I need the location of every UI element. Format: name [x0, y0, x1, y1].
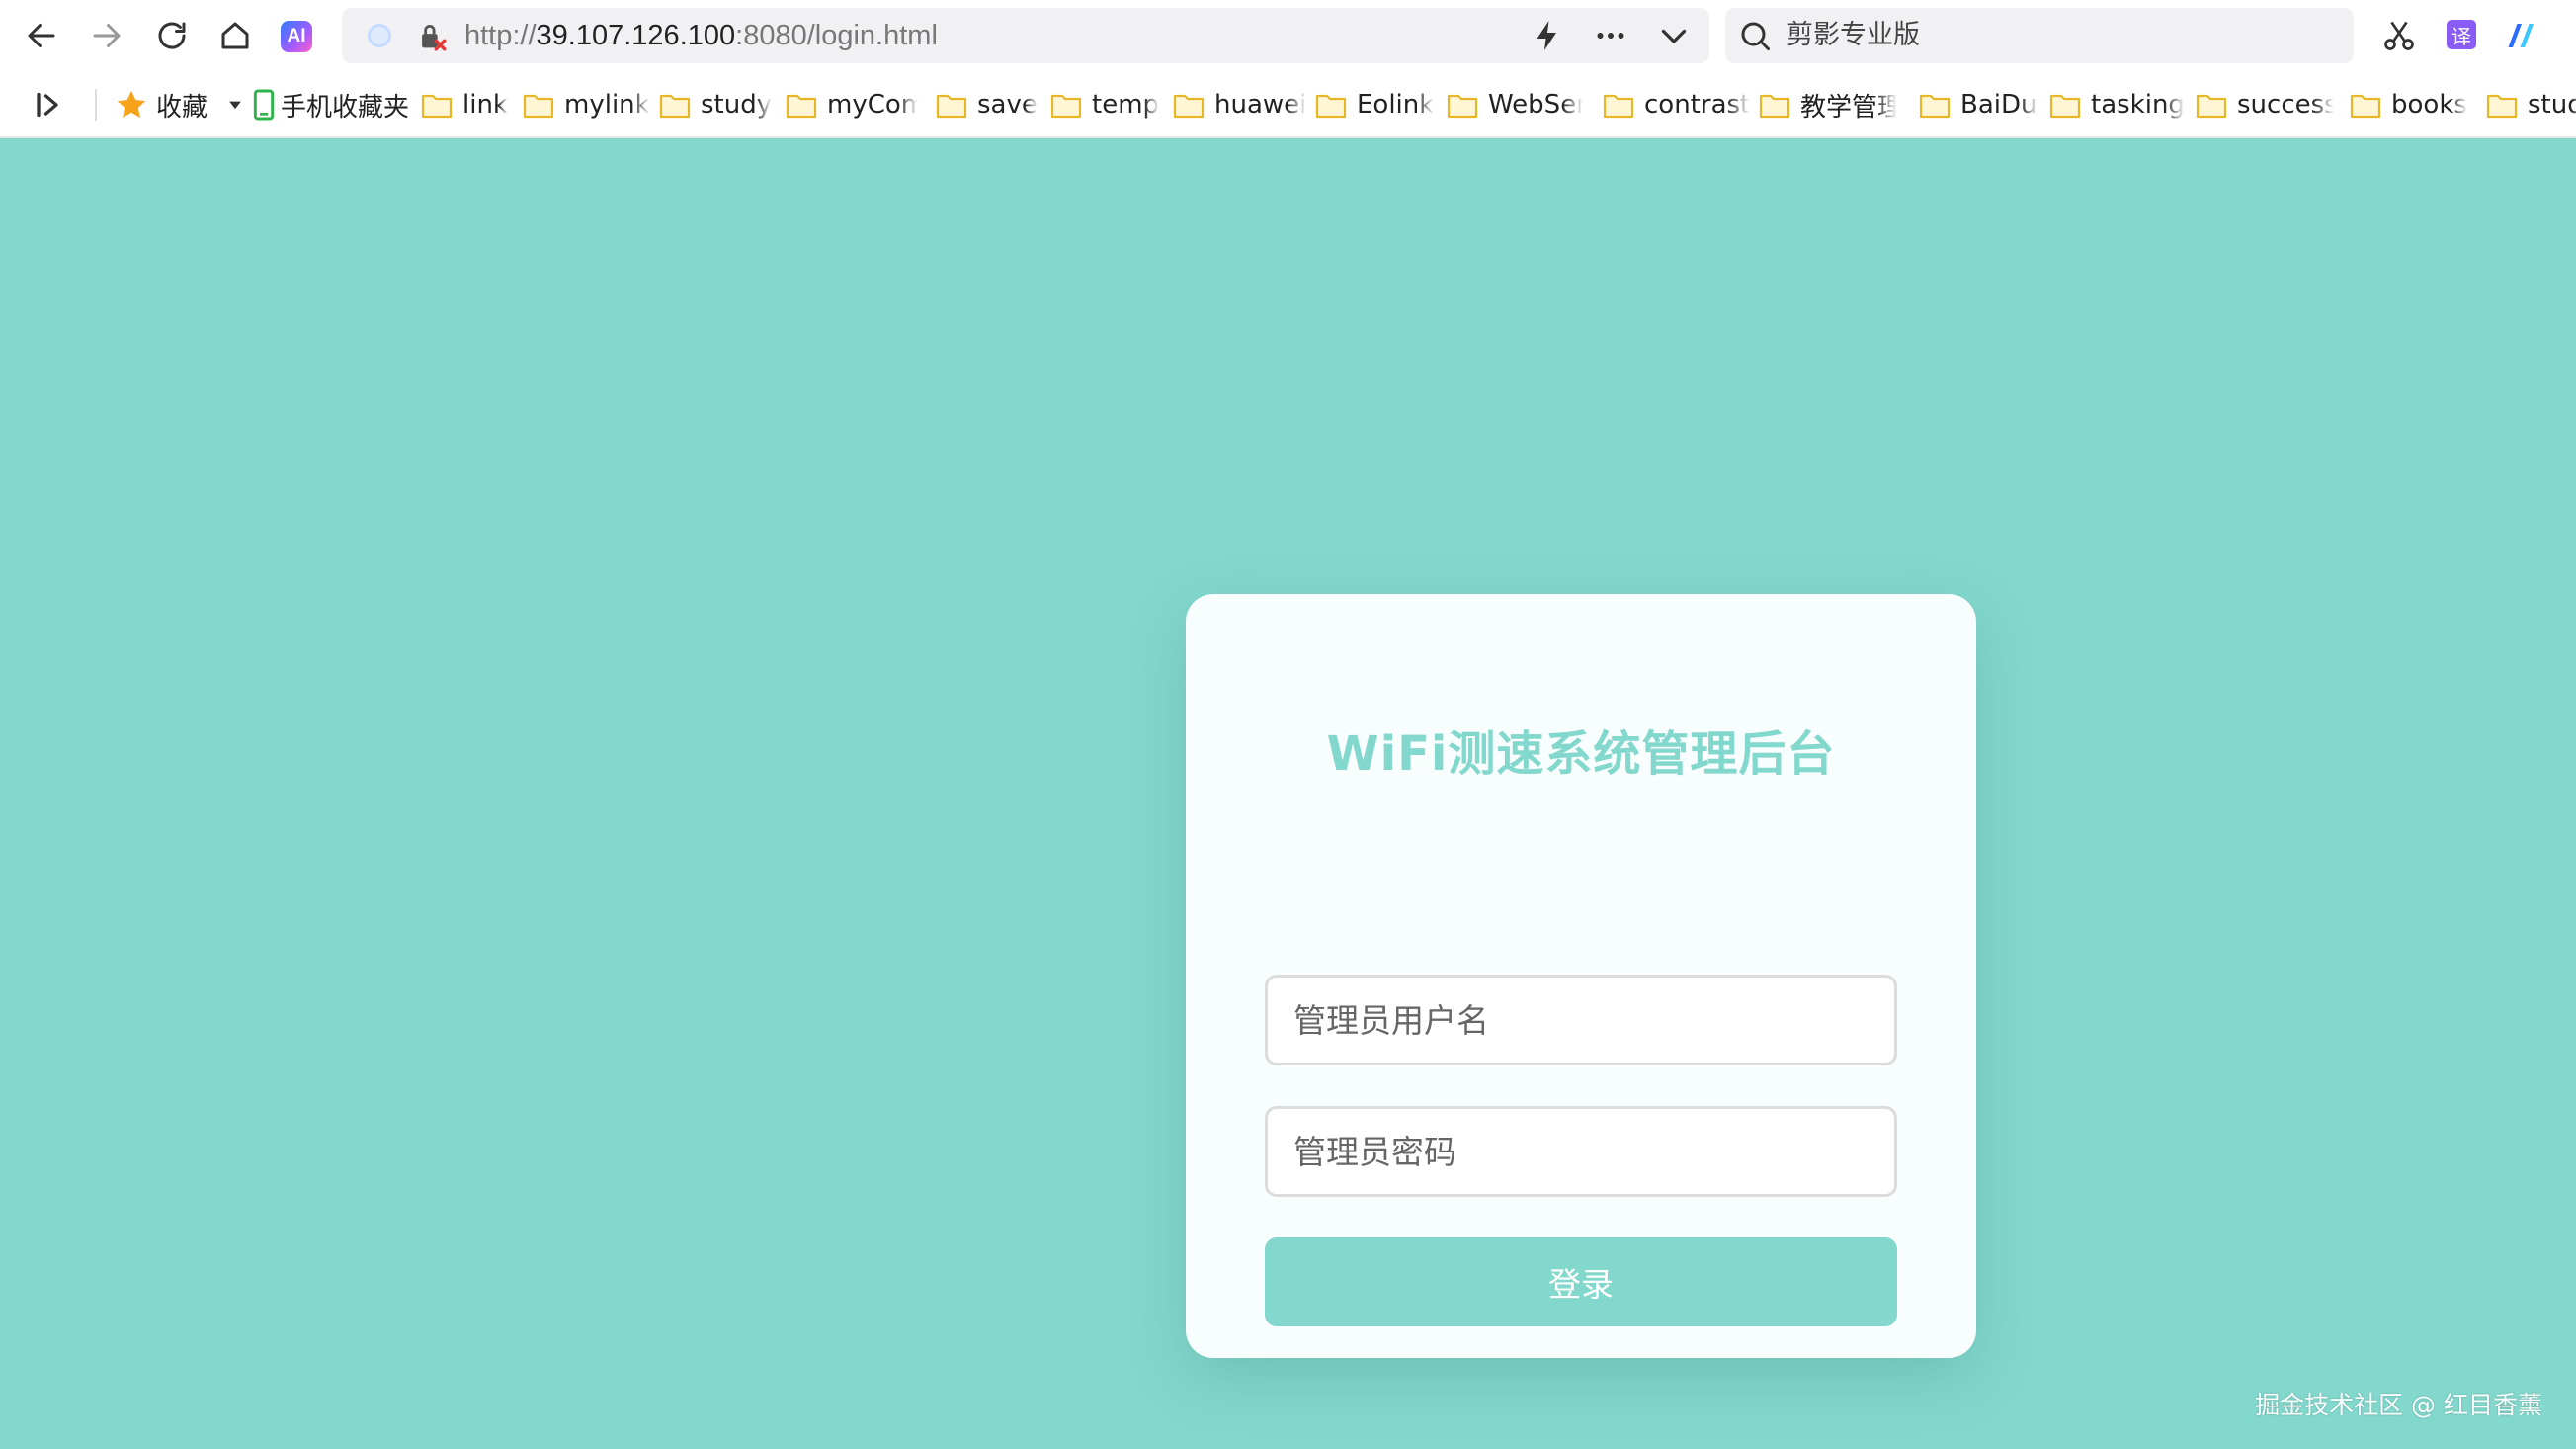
bookmark-folder[interactable]: contrast	[1603, 87, 1750, 123]
arrow-left-icon	[28, 24, 55, 47]
favorites-label: 收藏	[156, 92, 208, 123]
sidebar-toggle-icon[interactable]	[30, 87, 65, 123]
folder-icon	[523, 94, 554, 119]
site-info-icon[interactable]	[368, 24, 391, 47]
bookmark-folder-label: temp	[1092, 90, 1160, 120]
search-bar[interactable]: 剪影专业版	[1725, 8, 2354, 63]
folder-icon	[2196, 94, 2227, 119]
folder-icon	[936, 94, 967, 119]
star-icon	[117, 90, 146, 118]
phone-icon	[253, 89, 275, 121]
folder-icon	[2350, 94, 2381, 119]
chevron-down-icon[interactable]	[1656, 18, 1692, 53]
bookmark-mobile[interactable]: 手机收藏夹	[253, 87, 409, 123]
browser-toolbar: AI http://39.107.126.100:8080/login.html…	[0, 0, 2576, 71]
translate-icon[interactable]: 译	[2447, 20, 2476, 49]
reload-icon	[158, 22, 186, 49]
ai-extension-icon[interactable]	[2504, 18, 2539, 53]
bookmark-folder-label: books	[2391, 90, 2467, 120]
insecure-lock-icon[interactable]	[415, 20, 449, 53]
search-text[interactable]: 剪影专业版	[1787, 8, 1920, 63]
bookmark-folder[interactable]: link	[421, 87, 508, 123]
address-bar[interactable]: http://39.107.126.100:8080/login.html	[342, 8, 1709, 63]
bookmark-folder-label: mylink	[564, 90, 650, 120]
bookmark-folder-label: tasking	[2091, 90, 2185, 120]
bookmark-favorites[interactable]: 收藏	[115, 87, 245, 123]
bookmark-folder-label: contrast	[1644, 90, 1751, 120]
bookmark-folder[interactable]: huawei	[1173, 87, 1306, 123]
home-button[interactable]	[211, 12, 259, 59]
bookmarks-bar: 收藏 手机收藏夹 link mylink study myCom save te…	[0, 71, 2576, 138]
folder-icon	[1759, 94, 1790, 119]
search-icon	[1741, 22, 1770, 50]
lightning-icon[interactable]	[1530, 18, 1565, 53]
bookmark-folder-label: WebSer	[1488, 90, 1583, 120]
address-url[interactable]: http://39.107.126.100:8080/login.html	[464, 8, 938, 63]
folder-icon	[1447, 94, 1478, 119]
url-host: 39.107.126.100	[536, 20, 736, 51]
bookmark-folder[interactable]: tasking	[2049, 87, 2185, 123]
login-page: WiFi测速系统管理后台 登录 掘金技术社区 @ 红目香薰	[0, 138, 2576, 1449]
bookmark-folder[interactable]: WebSer	[1447, 87, 1583, 123]
bookmark-folder-label: stud	[2528, 90, 2576, 120]
bookmark-folder[interactable]: stud	[2486, 87, 2576, 123]
bookmark-folder[interactable]: 教学管理	[1759, 87, 1897, 123]
url-path: :8080/login.html	[735, 20, 938, 51]
bookmark-folder-label: success	[2237, 90, 2334, 120]
bookmark-folder[interactable]: save	[936, 87, 1038, 123]
scissors-icon[interactable]	[2381, 18, 2417, 53]
caret-down-icon[interactable]	[225, 95, 245, 115]
bookmark-folder[interactable]: temp	[1050, 87, 1159, 123]
bookmark-folder[interactable]: study	[659, 87, 772, 123]
folder-icon	[1315, 94, 1347, 119]
bookmark-folder[interactable]: myCom	[786, 87, 918, 123]
login-card: WiFi测速系统管理后台 登录	[1186, 594, 1976, 1358]
username-input[interactable]	[1265, 975, 1897, 1065]
folder-icon	[2486, 94, 2518, 119]
bookmark-folder-label: myCom	[827, 90, 918, 120]
bookmark-folder-label: 教学管理	[1800, 92, 1897, 123]
bookmark-folder-label: study	[701, 90, 773, 120]
bookmark-folder[interactable]: mylink	[523, 87, 650, 123]
url-scheme: http://	[464, 20, 537, 51]
folder-icon	[421, 94, 453, 119]
bookmark-folder[interactable]: BaiDu	[1919, 87, 2037, 123]
home-icon	[221, 22, 249, 49]
mobile-bookmarks-label: 手机收藏夹	[281, 92, 410, 123]
login-title: WiFi测速系统管理后台	[1326, 726, 1836, 782]
watermark: 掘金技术社区 @ 红目香薰	[2255, 1391, 2542, 1419]
bookmark-folder[interactable]: books	[2350, 87, 2467, 123]
folder-icon	[1919, 94, 1951, 119]
back-button[interactable]	[18, 12, 65, 59]
bookmark-folder-label: Eolink	[1357, 90, 1435, 120]
bookmark-folder-label: save	[977, 90, 1038, 120]
folder-icon	[1173, 94, 1205, 119]
folder-icon	[2049, 94, 2081, 119]
forward-button[interactable]	[83, 12, 130, 59]
password-input[interactable]	[1265, 1106, 1897, 1197]
folder-icon	[1603, 94, 1634, 119]
folder-icon	[786, 94, 817, 119]
bookmark-folder[interactable]: Eolink	[1315, 87, 1434, 123]
bookmark-folder-label: link	[462, 90, 508, 120]
bookmark-folder-label: huawei	[1214, 90, 1307, 120]
bookmark-folder[interactable]: success	[2196, 87, 2334, 123]
bookmarks-divider	[95, 89, 97, 121]
folder-icon	[659, 94, 691, 119]
bookmark-folder-label: BaiDu	[1960, 90, 2037, 120]
more-icon[interactable]	[1593, 18, 1628, 53]
arrow-right-icon	[93, 24, 121, 47]
ai-assistant-icon[interactable]: AI	[281, 21, 312, 52]
login-button[interactable]: 登录	[1265, 1237, 1897, 1326]
reload-button[interactable]	[148, 12, 196, 59]
folder-icon	[1050, 94, 1082, 119]
